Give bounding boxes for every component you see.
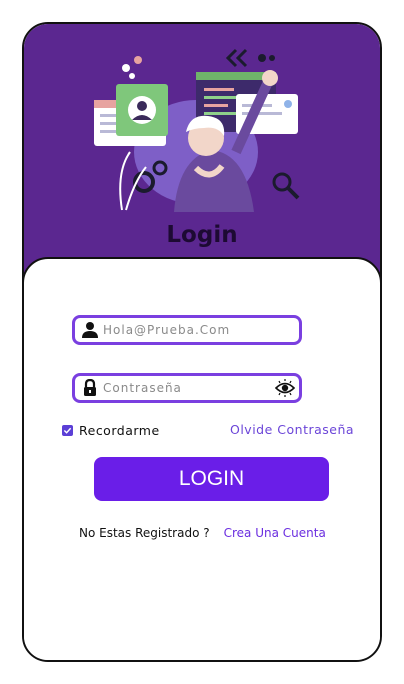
login-button[interactable]: LOGIN (94, 457, 329, 501)
developer-illustration (94, 48, 300, 212)
check-icon (63, 427, 72, 434)
remember-me-row[interactable]: Recordarme (62, 423, 160, 438)
login-card: Recordarme Olvide Contraseña LOGIN No Es… (24, 257, 380, 660)
show-password-eye-icon[interactable] (274, 379, 296, 397)
password-field-container[interactable] (72, 373, 302, 403)
email-input[interactable] (103, 323, 263, 337)
forgot-password-link[interactable]: Olvide Contraseña (230, 422, 354, 437)
signup-row: No Estas Registrado ? Crea Una Cuenta (79, 526, 326, 540)
user-icon (81, 321, 99, 339)
phone-frame: Login Hola@Prueba.Com Recordarme Olvide … (22, 22, 382, 662)
remember-me-checkbox[interactable] (62, 425, 73, 436)
email-field-container[interactable] (72, 315, 302, 345)
create-account-link[interactable]: Crea Una Cuenta (224, 526, 326, 540)
password-input[interactable] (103, 381, 263, 395)
signup-prompt: No Estas Registrado ? (79, 526, 210, 540)
hero-banner: Login (24, 24, 380, 284)
lock-icon (81, 379, 99, 397)
remember-me-label: Recordarme (79, 423, 160, 438)
page-title: Login (166, 222, 238, 248)
